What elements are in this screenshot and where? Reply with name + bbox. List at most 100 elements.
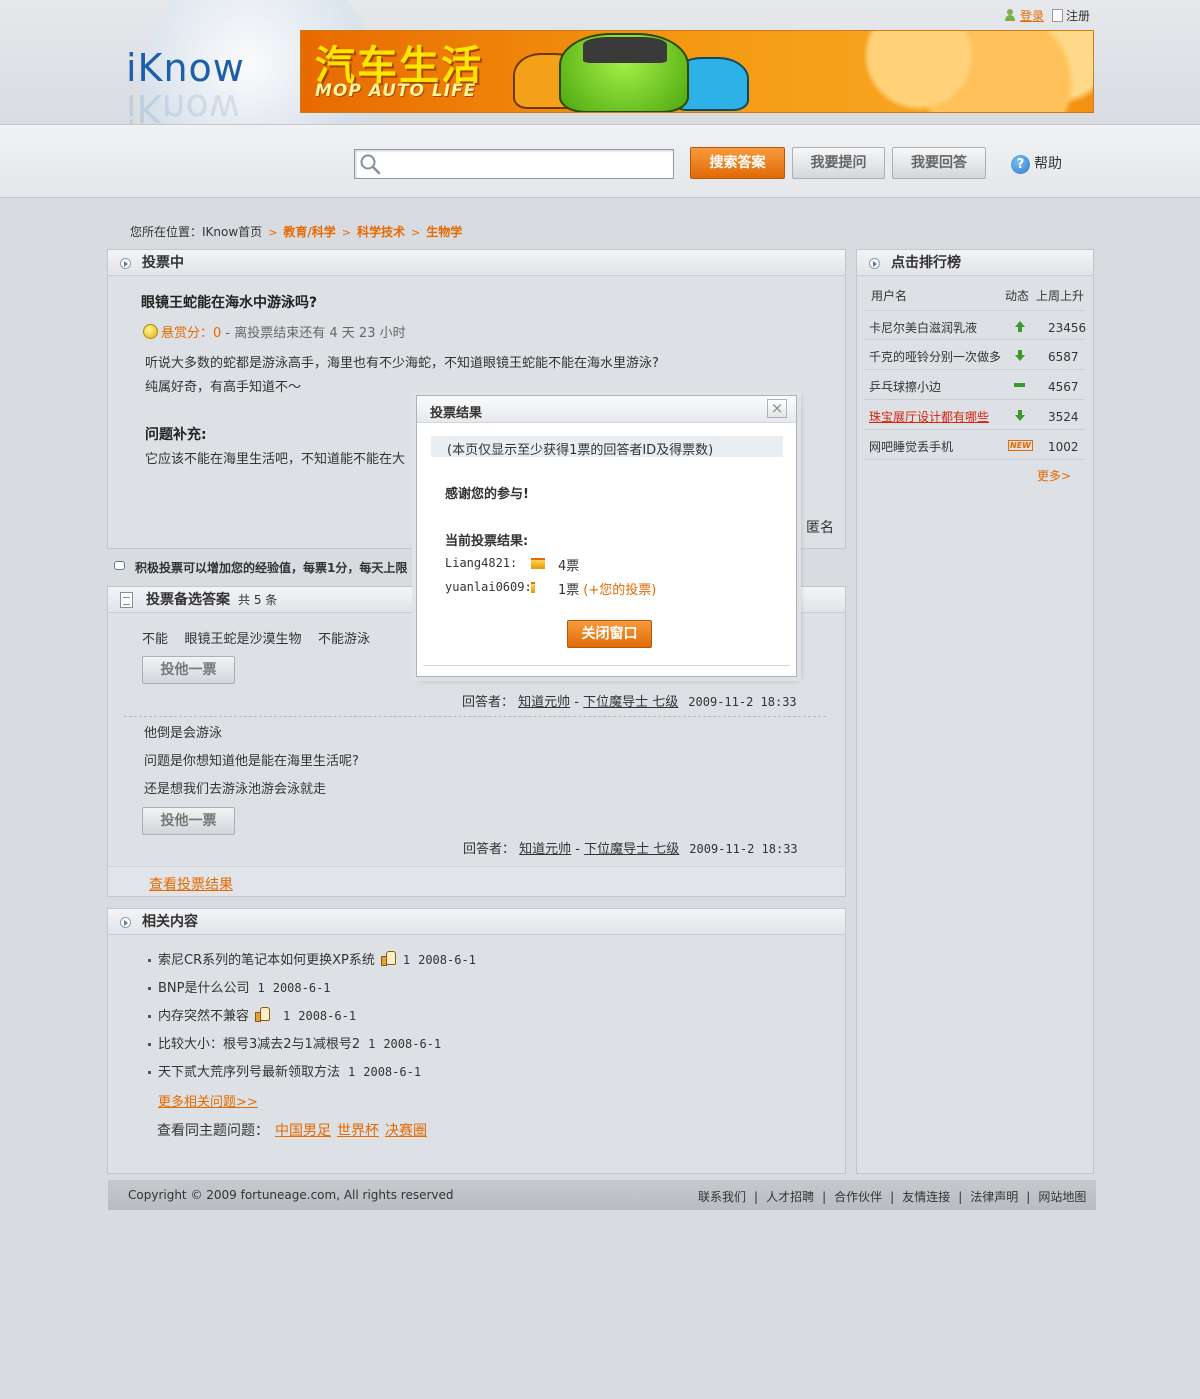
view-results-link[interactable]: 查看投票结果 [149, 874, 233, 894]
answerer-link[interactable]: 知道元帅 [519, 842, 571, 857]
related-date: 2008-6-1 [272, 981, 331, 995]
answer-text: 他倒是会游泳 [144, 726, 223, 741]
vote-button[interactable]: 投他一票 [142, 656, 235, 684]
vote-result-user: Liang4821: [445, 556, 518, 570]
ranking-row[interactable]: 珠宝展厅设计都有哪些 3524 [864, 400, 1085, 430]
footer-link-jobs[interactable]: 人才招聘 [766, 1190, 814, 1204]
help-link[interactable]: ? 帮助 [1011, 153, 1062, 174]
close-window-button[interactable]: 关闭窗口 [567, 620, 652, 648]
question-body-line: 听说大多数的蛇都是游泳高手，海里也有不少海蛇，不知道眼镜王蛇能不能在海水里游泳? [145, 356, 659, 371]
related-date: 2008-6-1 [363, 1065, 422, 1079]
answerer-rank-link[interactable]: 下位魔导士 七级 [584, 842, 679, 857]
ranking-score: 4567 [1048, 380, 1079, 394]
bullet-dot [148, 1043, 151, 1046]
footer-link-legal[interactable]: 法律声明 [970, 1190, 1018, 1204]
ad-banner[interactable]: 汽车生活 MOP AUTO LIFE [300, 30, 1094, 113]
more-related-link[interactable]: 更多相关问题>> [158, 1091, 258, 1110]
vote-button[interactable]: 投他一票 [142, 807, 235, 835]
topic-link[interactable]: 中国男足 [275, 1123, 331, 1139]
ranking-name[interactable]: 珠宝展厅设计都有哪些 [869, 408, 989, 425]
bullet-icon [120, 258, 131, 269]
footer-link-partners[interactable]: 合作伙伴 [834, 1190, 882, 1204]
footer-separator: | [822, 1190, 827, 1204]
ranking-row[interactable]: 千克的哑铃分别一次做多 6587 [864, 340, 1085, 370]
answerer-link[interactable]: 知道元帅 [518, 695, 570, 710]
vote-result-bar [531, 558, 545, 569]
your-vote-label: (+您的投票) [583, 583, 657, 598]
search-answers-button[interactable]: 搜索答案 [690, 147, 785, 179]
dialog-current-label: 当前投票结果: [445, 534, 529, 549]
related-item[interactable]: 比较大小：根号3减去2与1减根号2 1 2008-6-1 [148, 1033, 441, 1052]
related-date: 2008-6-1 [418, 953, 476, 967]
related-title[interactable]: 内存突然不兼容 [158, 1009, 249, 1024]
dialog-note: (本页仅显示至少获得1票的回答者ID及得票数) [447, 443, 714, 458]
answerer-rank-link[interactable]: 下位魔导士 七级 [583, 695, 678, 710]
breadcrumb-prefix: 您所在位置： [130, 225, 203, 239]
close-icon[interactable]: × [767, 399, 787, 418]
question-title: 眼镜王蛇能在海水中游泳吗? [141, 295, 318, 311]
copyright: Copyright © 2009 fortuneage.com, All rig… [128, 1188, 454, 1202]
vote-result-count: 4票 [558, 559, 580, 574]
related-title[interactable]: 比较大小：根号3减去2与1减根号2 [158, 1037, 360, 1052]
answerer-label: 回答者： [463, 842, 516, 857]
remaining-time: - 离投票结束还有 4 天 23 小时 [221, 326, 406, 341]
footer-link-contact[interactable]: 联系我们 [698, 1190, 746, 1204]
ranking-row[interactable]: 乒乓球擦小边 4567 [864, 370, 1085, 400]
answer-question-button[interactable]: 我要回答 [892, 147, 986, 179]
related-count: 1 [257, 981, 265, 995]
speech-bubble-icon [114, 561, 125, 570]
trend-down-icon [1014, 350, 1026, 362]
coin-icon [143, 324, 158, 339]
related-item[interactable]: 索尼CR系列的笔记本如何更换XP系统 1 2008-6-1 [148, 949, 476, 968]
answer-text: 还是想我们去游泳池游会泳就走 [144, 782, 327, 797]
breadcrumb-item-biology[interactable]: 生物学 [426, 225, 462, 239]
voting-panel-title: 投票中 [142, 255, 184, 271]
ranking-name[interactable]: 千克的哑铃分别一次做多 [869, 348, 1001, 365]
site-logo[interactable]: iKnow [126, 46, 245, 90]
related-title[interactable]: 天下贰大荒序列号最新领取方法 [158, 1065, 340, 1080]
bullet-icon [869, 258, 880, 269]
ranking-name[interactable]: 网吧睡觉丢手机 [869, 438, 953, 455]
car-windshield [583, 37, 667, 63]
footer-link-sitemap[interactable]: 网站地图 [1038, 1190, 1086, 1204]
register-link[interactable]: 注册 [1066, 9, 1090, 23]
search-input[interactable] [354, 149, 674, 179]
vote-result-user: yuanlai0609: [445, 580, 532, 594]
related-panel-header: 相关内容 [108, 909, 845, 935]
breadcrumb-item-education[interactable]: 教育/科学 [283, 225, 335, 239]
related-item[interactable]: BNP是什么公司 1 2008-6-1 [148, 977, 331, 996]
answer-meta: 回答者： 知道元帅 - 下位魔导士 七级 2009-11-2 18:33 [462, 695, 797, 710]
ranking-row[interactable]: 卡尼尔美白滋润乳液 23456 [864, 310, 1087, 340]
ranking-score: 23456 [1048, 321, 1087, 335]
ask-question-button[interactable]: 我要提问 [792, 147, 885, 179]
ranking-score: 3524 [1048, 410, 1079, 424]
breadcrumb-home[interactable]: IKnow首页 [202, 225, 262, 239]
bullet-dot [148, 959, 151, 962]
topic-link[interactable]: 世界杯 [337, 1123, 379, 1139]
related-title[interactable]: 索尼CR系列的笔记本如何更换XP系统 [158, 953, 375, 968]
ranking-name[interactable]: 乒乓球擦小边 [869, 378, 941, 395]
bullet-icon [120, 917, 131, 928]
ranking-row[interactable]: 网吧睡觉丢手机 NEW 1002 [864, 430, 1085, 460]
related-item[interactable]: 天下贰大荒序列号最新领取方法 1 2008-6-1 [148, 1061, 421, 1080]
thumbs-up-icon [255, 1007, 271, 1022]
reward-label: 悬赏分： [161, 326, 214, 341]
footer-link-friends[interactable]: 友情连接 [902, 1190, 950, 1204]
trend-down-icon [1014, 410, 1026, 422]
thumbs-up-icon [380, 951, 396, 966]
related-count: 1 [348, 1065, 356, 1079]
topic-link[interactable]: 决赛圈 [385, 1123, 427, 1139]
ranking-score: 1002 [1048, 440, 1079, 454]
col-trend: 动态 [1005, 289, 1030, 303]
new-badge-icon: NEW [1008, 440, 1033, 451]
col-score: 上周上升 [1036, 289, 1085, 303]
trend-up-icon [1014, 321, 1026, 333]
footer-separator: | [890, 1190, 895, 1204]
ranking-more-link[interactable]: 更多> [1037, 467, 1071, 484]
related-item[interactable]: 内存突然不兼容 1 2008-6-1 [148, 1005, 356, 1024]
related-date: 2008-6-1 [383, 1037, 442, 1051]
ranking-name[interactable]: 卡尼尔美白滋润乳液 [869, 319, 977, 336]
login-link[interactable]: 登录 [1020, 9, 1044, 23]
breadcrumb-item-technology[interactable]: 科学技术 [357, 225, 405, 239]
related-title[interactable]: BNP是什么公司 [158, 981, 249, 996]
